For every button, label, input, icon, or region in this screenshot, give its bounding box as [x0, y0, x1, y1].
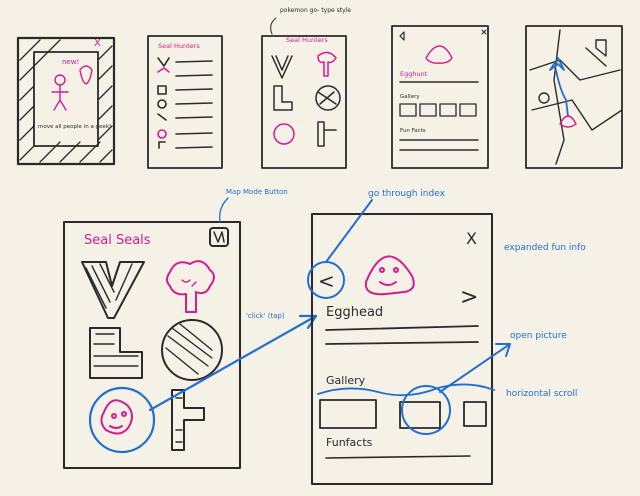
- seal-tile-2[interactable]: [166, 260, 215, 313]
- main-left-title: Seal Seals: [84, 233, 151, 248]
- thumb4-funfacts: Fun Facts: [400, 128, 426, 134]
- prev-label: <: [318, 269, 335, 293]
- main-left-screen: Seal Seals Map Mode Button 'click' (tap): [63, 188, 318, 469]
- thumb1-figure-icon: [51, 65, 93, 111]
- detail-close-button[interactable]: X: [466, 229, 477, 248]
- next-button[interactable]: >: [460, 285, 478, 310]
- thumb3-grid: [271, 51, 341, 147]
- thumb1-caption: move all people in a geek!: [38, 124, 111, 130]
- detail-funfacts-label: Funfacts: [326, 436, 373, 449]
- thumb1-new-label: new!: [62, 58, 79, 66]
- thumb3-title: Seal Hunters: [286, 36, 328, 44]
- thumb4-gallery: Gallery: [400, 94, 420, 100]
- detail-name: Egghead: [326, 305, 383, 320]
- open-picture-note: open picture: [510, 331, 567, 341]
- seal-tile-4[interactable]: [161, 319, 223, 381]
- thumb2-list: [157, 57, 213, 149]
- open-picture-highlight: [401, 385, 451, 435]
- detail-gallery-label: Gallery: [326, 374, 366, 387]
- tap-note: 'click' (tap): [246, 312, 285, 320]
- thumb1-close: X: [94, 38, 101, 49]
- seal-tile-3[interactable]: [89, 327, 143, 379]
- tap-highlight: [88, 386, 156, 454]
- map-mode-button[interactable]: [209, 227, 229, 247]
- thumbnail-4: Egghunt Gallery Fun Facts: [391, 25, 489, 169]
- thumbnail-3: pokemon go- type style Seal Hunters: [261, 7, 351, 169]
- left-seal-grid: [81, 260, 223, 451]
- seal-tile-6[interactable]: [171, 389, 205, 451]
- thumb4-name: Egghunt: [400, 70, 428, 78]
- map-mode-note: Map Mode Button: [226, 188, 288, 196]
- thumb3-style-note: pokemon go- type style: [280, 7, 351, 14]
- scroll-note: horizontal scroll: [506, 389, 577, 399]
- sketch-canvas: X new! move all people in a geek! Seal H…: [16, 7, 623, 485]
- main-right-screen: go through index X < > Egghead expanded …: [307, 189, 586, 485]
- thumb2-title: Seal Hunters: [158, 42, 200, 50]
- index-note: go through index: [368, 189, 446, 199]
- prev-button[interactable]: <: [307, 261, 345, 299]
- thumb5-seal-icon: [559, 115, 577, 128]
- expanded-info-note: expanded fun info: [504, 243, 586, 253]
- seal-tile-5[interactable]: [100, 399, 133, 435]
- detail-seal-icon: [364, 255, 415, 296]
- thumbnail-2: Seal Hunters: [147, 35, 223, 169]
- thumb4-seal-icon: [425, 45, 453, 64]
- thumbnail-1: X new! move all people in a geek!: [16, 36, 116, 166]
- thumbnail-5-map: [525, 25, 623, 169]
- seal-tile-1[interactable]: [81, 261, 145, 319]
